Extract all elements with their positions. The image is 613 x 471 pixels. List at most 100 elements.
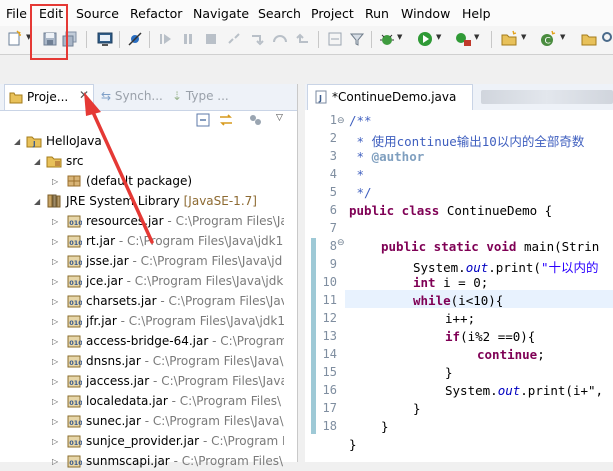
expand-icon[interactable]: ▷ [52, 437, 58, 446]
console-icon[interactable] [96, 30, 114, 48]
menu-navigate[interactable]: Navigate [193, 6, 249, 21]
expand-icon[interactable]: ▷ [52, 377, 58, 386]
menu-run[interactable]: Run [365, 6, 389, 21]
search-icon[interactable] [600, 30, 613, 48]
tree-label: charsets.jar [86, 294, 157, 308]
tree-item-jar[interactable]: ▷ 010 sunmscapi.jar - C:\Program Files\ [0, 451, 284, 471]
menu-project[interactable]: Project [311, 6, 354, 21]
tree-item-jar[interactable]: ▷ 010 sunjce_provider.jar - C:\Program Fi [0, 431, 284, 451]
tree-item-jar[interactable]: ▷ 010 dnsns.jar - C:\Program Files\Java\ [0, 351, 284, 371]
line-number: 8 [329, 239, 337, 253]
tab-type-hierarchy[interactable]: ⇣ Type ... [172, 89, 229, 103]
code-line-2: * 使用continue输出10以内的全部奇数 [349, 131, 585, 150]
tree-label: rt.jar [86, 234, 116, 248]
line-number: 6 [329, 203, 337, 217]
tree-item-jar[interactable]: ▷ 010 localedata.jar - C:\Program Files\ [0, 391, 284, 411]
collapse-icon[interactable]: ◢ [14, 137, 20, 146]
fold-toggle-icon[interactable]: ⊖ [337, 116, 345, 126]
run-dropdown-icon[interactable]: ▼ [436, 33, 441, 41]
source-folder-icon [46, 153, 62, 169]
tree-item-jar[interactable]: ▷ 010 resources.jar - C:\Program Files\Ja [0, 211, 284, 231]
save-highlight-annotation [30, 4, 68, 60]
expand-icon[interactable]: ▷ [52, 177, 58, 186]
collapse-icon[interactable]: ◢ [34, 197, 40, 206]
expand-icon[interactable]: ▷ [52, 337, 58, 346]
expand-icon[interactable]: ▷ [52, 397, 58, 406]
code-line-17: } [413, 401, 421, 416]
code-line-3: * @author [349, 149, 425, 164]
tab-continue-demo[interactable]: J *ContinueDemo.java [307, 84, 473, 110]
expand-icon[interactable]: ▷ [52, 297, 58, 306]
tree-item-default-package[interactable]: ▷ (default package) [0, 171, 297, 191]
new-file-icon[interactable] [6, 30, 24, 48]
tree-decoration: [JavaSE-1.7] [183, 194, 257, 208]
debug-dropdown-icon[interactable]: ▼ [397, 33, 402, 41]
expand-icon[interactable]: ▷ [52, 317, 58, 326]
tree-label: access-bridge-64.jar [86, 334, 209, 348]
code-text: (i<10){ [450, 293, 504, 308]
code-comment: * [349, 167, 365, 182]
tree-item-jar[interactable]: ▷ 010 charsets.jar - C:\Program Files\Jav [0, 291, 284, 311]
debug-icon[interactable] [378, 30, 396, 48]
menu-file[interactable]: File [6, 6, 27, 21]
collapse-icon[interactable]: ◢ [34, 157, 40, 166]
tab-project-explorer-label: Proje... [27, 90, 69, 104]
menu-refactor[interactable]: Refactor [130, 6, 182, 21]
close-tab-icon[interactable]: ✕ [79, 88, 89, 102]
new-java-project-icon[interactable] [500, 30, 518, 48]
tree-item-src[interactable]: ◢ src [0, 151, 297, 171]
tree-label: (default package) [86, 174, 193, 188]
tree-item-jar[interactable]: ▷ 010 jfr.jar - C:\Program Files\Java\jdk1 [0, 311, 284, 331]
external-dropdown-icon[interactable]: ▼ [474, 33, 479, 41]
svg-text:010: 010 [69, 239, 82, 247]
run-icon[interactable] [416, 30, 434, 48]
tab-project-explorer[interactable]: Proje... ✕ [4, 84, 94, 110]
menu-search[interactable]: Search [258, 6, 301, 21]
jar-icon: 010 [66, 453, 83, 469]
new-java-class-icon[interactable]: C [539, 30, 557, 48]
tree-label: sunmscapi.jar [86, 454, 170, 468]
expand-icon[interactable]: ▷ [52, 357, 58, 366]
tab-synchronize[interactable]: ⇆ Synch... [101, 89, 163, 103]
tree-item-jar[interactable]: ▷ 010 rt.jar - C:\Program Files\Java\jdk1 [0, 231, 284, 251]
expand-icon[interactable]: ▷ [52, 277, 58, 286]
expand-icon[interactable]: ▷ [52, 417, 58, 426]
tree-item-jre-library[interactable]: ◢ JRE System Library [JavaSE-1.7] [0, 191, 297, 211]
tree-item-jar[interactable]: ▷ 010 access-bridge-64.jar - C:\Program [0, 331, 284, 351]
expand-icon[interactable]: ▷ [52, 237, 58, 246]
expand-icon[interactable]: ▷ [52, 257, 58, 266]
code-line-15: } [445, 365, 453, 380]
menu-window[interactable]: Window [401, 6, 450, 21]
menu-help[interactable]: Help [462, 6, 491, 21]
run-external-tools-icon[interactable] [454, 30, 472, 48]
expand-icon[interactable]: ▷ [52, 217, 58, 226]
code-line-11: while(i<10){ [413, 293, 503, 308]
view-menu-icon[interactable]: ▽ [276, 113, 283, 123]
code-string: "十以内的 [540, 260, 599, 275]
tree-item-jar[interactable]: ▷ 010 jaccess.jar - C:\Program Files\Java [0, 371, 284, 391]
line-number: 17 [322, 401, 337, 415]
tree-decoration: - C:\Program Files\ [173, 454, 284, 468]
code-line-6: public class ContinueDemo { [349, 203, 552, 218]
tree-item-jar[interactable]: ▷ 010 jce.jar - C:\Program Files\Java\jdk [0, 271, 284, 291]
use-step-filters-icon[interactable] [348, 30, 366, 48]
drop-to-frame-icon [326, 30, 344, 48]
skip-breakpoints-icon[interactable] [126, 30, 144, 48]
new-class-dropdown-icon[interactable]: ▼ [560, 33, 565, 41]
tree-item-jar[interactable]: ▷ 010 sunec.jar - C:\Program Files\Java\ [0, 411, 284, 431]
code-text: ; [537, 347, 545, 362]
collapse-all-icon[interactable] [196, 113, 210, 130]
tree-item-project[interactable]: ◢ J HelloJava [0, 131, 297, 151]
step-over-icon [271, 30, 289, 48]
focus-icon[interactable] [248, 113, 262, 130]
line-number: 3 [329, 149, 337, 163]
fold-toggle-icon[interactable]: ⊖ [337, 238, 345, 248]
tree-item-jar[interactable]: ▷ 010 jsse.jar - C:\Program Files\Java\jd [0, 251, 284, 271]
link-with-editor-icon[interactable] [218, 113, 234, 130]
menu-source[interactable]: Source [76, 6, 119, 21]
tree-label: JRE System Library [66, 194, 180, 208]
code-text: } [381, 419, 389, 434]
new-project-dropdown-icon[interactable]: ▼ [521, 33, 526, 41]
disconnect-icon [225, 30, 243, 48]
open-type-icon[interactable] [580, 30, 598, 48]
